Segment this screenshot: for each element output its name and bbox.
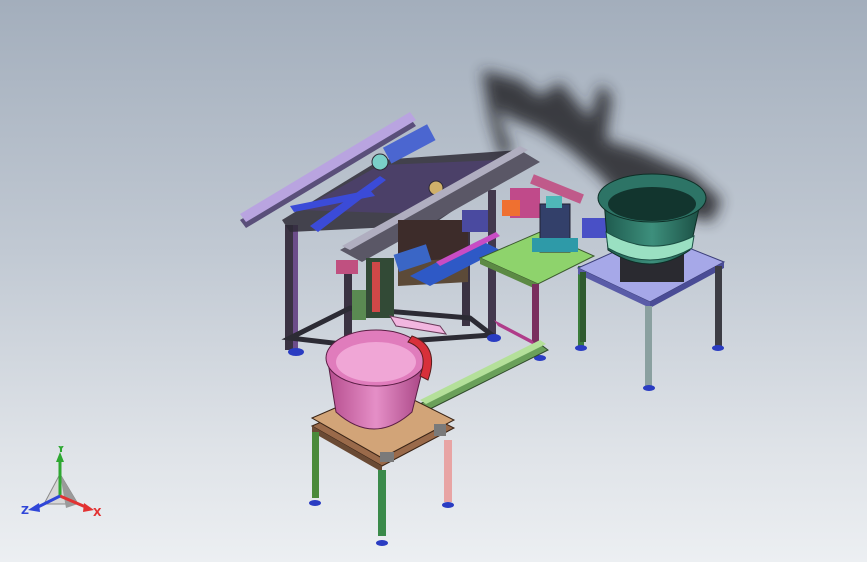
sensor-bracket xyxy=(352,290,366,320)
feeder-outlet xyxy=(582,218,608,238)
track-body xyxy=(419,343,549,411)
fixture-cap xyxy=(546,196,562,208)
stand-leg xyxy=(645,306,652,386)
frame-leg xyxy=(293,225,298,350)
orientation-triad[interactable]: Y X Z xyxy=(20,446,110,526)
x-axis-label: X xyxy=(93,506,102,519)
cad-model-scene[interactable] xyxy=(0,0,867,562)
stand-leg xyxy=(580,272,586,342)
plate-foot xyxy=(575,345,587,351)
track-top xyxy=(420,340,546,404)
y-axis-label: Y xyxy=(56,446,66,455)
linear-feed-track[interactable] xyxy=(419,340,549,411)
pulley xyxy=(371,153,389,171)
stand-leg xyxy=(715,266,722,346)
fixture-base xyxy=(532,238,578,252)
stand-foot xyxy=(309,500,321,506)
stand-leg xyxy=(444,440,452,502)
stand-leg xyxy=(378,470,386,536)
stand-bracket xyxy=(434,424,446,436)
actuator-rod xyxy=(372,262,380,312)
frame-leg xyxy=(285,225,293,350)
z-axis-arrowhead xyxy=(28,503,40,512)
clamp-block xyxy=(336,260,358,274)
stand-foot xyxy=(643,385,655,391)
stand-foot xyxy=(712,345,724,351)
stand-foot xyxy=(442,502,454,508)
main-frame[interactable] xyxy=(240,112,540,356)
motor-block xyxy=(462,210,488,232)
z-axis-label: Z xyxy=(21,504,29,517)
stand-foot xyxy=(376,540,388,546)
stand-leg xyxy=(312,432,319,498)
slide-plate xyxy=(388,315,448,335)
orange-bracket xyxy=(502,200,520,216)
bowl-inner xyxy=(608,187,696,221)
frame-foot xyxy=(487,334,501,342)
frame-foot xyxy=(288,348,304,356)
bowl-inner xyxy=(336,342,416,382)
stand-bracket xyxy=(380,452,394,462)
brace xyxy=(494,320,536,346)
graphics-viewport[interactable]: Y X Z xyxy=(0,0,867,562)
